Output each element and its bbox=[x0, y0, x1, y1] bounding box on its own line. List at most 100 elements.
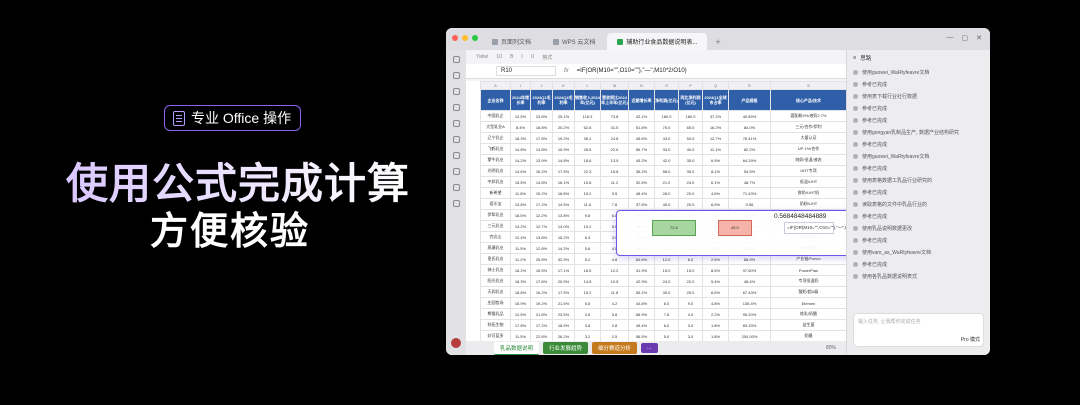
tool-icon[interactable] bbox=[452, 184, 460, 191]
table-header-cell[interactable]: 2024Q1毛利率 bbox=[530, 89, 553, 111]
table-header-cell[interactable]: 销售收入2024年(亿元) bbox=[574, 89, 601, 111]
table-cell[interactable]: 大型乳业A bbox=[480, 121, 511, 133]
table-cell[interactable]: 4.5 bbox=[574, 308, 601, 320]
table-cell[interactable]: 5.2 bbox=[574, 253, 601, 265]
list-item[interactable]: 参考已完成 bbox=[847, 102, 990, 114]
table-cell[interactable]: 25.0 bbox=[678, 286, 703, 298]
search-icon[interactable] bbox=[452, 88, 460, 95]
cell-reference-box[interactable]: R10 bbox=[496, 66, 556, 76]
table-cell[interactable]: 纯奶/低温/液态 bbox=[770, 154, 846, 166]
list-item[interactable]: 参考已完成 bbox=[847, 138, 990, 150]
table-cell[interactable]: 58.0 bbox=[654, 165, 679, 177]
table-cell[interactable]: 11.8% bbox=[510, 187, 531, 199]
table-cell[interactable]: 14.2% bbox=[552, 242, 575, 254]
font-select[interactable]: Yahei bbox=[476, 54, 488, 60]
table-cell[interactable]: 22.8% bbox=[530, 330, 553, 342]
table-cell[interactable]: 44.8% bbox=[628, 297, 655, 309]
zoom-window-button[interactable] bbox=[472, 35, 478, 41]
table-cell[interactable]: 51.8% bbox=[628, 121, 655, 133]
table-cell[interactable]: 14.5% bbox=[552, 198, 575, 210]
table-cell[interactable]: 12.7% bbox=[702, 132, 729, 144]
table-cell[interactable]: 4.0 bbox=[678, 308, 703, 320]
table-cell[interactable]: 33.0 bbox=[654, 143, 679, 155]
column-header[interactable]: O bbox=[654, 81, 679, 90]
table-cell[interactable]: 13.9% bbox=[530, 154, 553, 166]
table-cell[interactable]: 燕塘乳业 bbox=[480, 242, 511, 254]
table-cell[interactable]: 83.33% bbox=[728, 319, 771, 331]
table-cell[interactable]: 3.0 bbox=[678, 330, 703, 342]
table-cell[interactable]: 11.5% bbox=[510, 242, 531, 254]
table-cell[interactable]: 17.8% bbox=[530, 275, 553, 287]
format-button[interactable]: 格式 bbox=[542, 54, 552, 61]
table-cell[interactable]: 16.2% bbox=[510, 264, 531, 276]
table-cell[interactable]: 6.0 bbox=[654, 319, 679, 331]
table-cell[interactable]: 8.1% bbox=[702, 165, 729, 177]
mode-select[interactable]: Pro 模式 bbox=[961, 336, 980, 343]
sheet-tab-3[interactable]: 细分赛道分析 bbox=[592, 342, 638, 354]
table-cell[interactable]: 1.8% bbox=[702, 319, 729, 331]
table-cell[interactable]: 28.0 bbox=[654, 187, 679, 199]
table-cell[interactable]: 奶粉/UHT bbox=[770, 198, 846, 210]
list-item[interactable]: 使用vam_as_WaRtyfeavre文档 bbox=[847, 246, 990, 258]
table-cell[interactable]: 13.8% bbox=[510, 198, 531, 210]
column-header[interactable]: L bbox=[574, 81, 601, 90]
files-icon[interactable] bbox=[452, 72, 460, 79]
table-cell[interactable]: 鲜奶/UHT奶 bbox=[770, 187, 846, 199]
table-cell[interactable]: 专项低温奶 bbox=[770, 275, 846, 287]
table-cell[interactable]: 皇氏乳业 bbox=[480, 253, 511, 265]
table-cell[interactable]: 14.8% bbox=[510, 143, 531, 155]
table-cell[interactable]: 18.5% bbox=[552, 319, 575, 331]
table-cell[interactable]: 56.7% bbox=[628, 143, 655, 155]
table-cell[interactable]: 118.3 bbox=[574, 110, 601, 122]
table-cell[interactable]: 45.4% bbox=[628, 319, 655, 331]
table-cell[interactable]: 2.2% bbox=[702, 308, 729, 320]
table-cell[interactable]: 5.0 bbox=[654, 330, 679, 342]
list-item[interactable]: 参考已完成 bbox=[847, 78, 990, 90]
sheet-tab-1[interactable]: 乳品数据说明 bbox=[494, 341, 540, 355]
table-cell[interactable]: 21.8% bbox=[530, 308, 553, 320]
table-cell[interactable]: 辽宁乳企 bbox=[480, 132, 511, 144]
table-cell[interactable]: 43.0 bbox=[654, 132, 679, 144]
user-avatar[interactable] bbox=[451, 338, 461, 348]
column-header[interactable]: Q bbox=[702, 81, 729, 90]
table-cell[interactable]: 12.8% bbox=[530, 242, 553, 254]
list-item[interactable]: 参考已完成 bbox=[847, 234, 990, 246]
table-cell[interactable]: 12.2 bbox=[600, 264, 629, 276]
table-cell[interactable]: 65.0 bbox=[678, 121, 703, 133]
table-cell[interactable]: 20.2% bbox=[552, 121, 575, 133]
table-cell[interactable]: 15.5% bbox=[510, 176, 531, 188]
table-cell[interactable]: 45.0 bbox=[654, 198, 679, 210]
table-cell[interactable]: 24.0 bbox=[654, 275, 679, 287]
table-cell[interactable]: 56.5% bbox=[628, 330, 655, 342]
table-cell[interactable]: 三元乳业 bbox=[480, 220, 511, 232]
table-cell[interactable]: 君乐宝 bbox=[480, 198, 511, 210]
calendar-icon[interactable] bbox=[452, 136, 460, 143]
column-header[interactable]: I bbox=[510, 81, 531, 90]
table-cell[interactable]: 6.9% bbox=[702, 154, 729, 166]
table-cell[interactable]: 20.0 bbox=[678, 187, 703, 199]
table-cell[interactable]: 1.8% bbox=[702, 330, 729, 342]
table-cell[interactable]: 7.8 bbox=[600, 198, 629, 210]
list-item[interactable]: 使用guowei_WaRtyfeavre文档 bbox=[847, 66, 990, 78]
tab-spreadsheet[interactable]: 辅助行业食品数据说明表... bbox=[607, 33, 708, 50]
table-cell[interactable]: 97.60% bbox=[728, 264, 771, 276]
table-header-cell[interactable]: 净利润(亿元) bbox=[654, 89, 679, 111]
table-cell[interactable]: UP 1%/合作 bbox=[770, 143, 846, 155]
table-cell[interactable]: 18.3% bbox=[510, 132, 531, 144]
table-cell[interactable]: 23.8% bbox=[530, 110, 553, 122]
table-cell[interactable]: 15.2% bbox=[552, 231, 575, 243]
table-cell[interactable]: 酸奶/超A级 bbox=[770, 286, 846, 298]
table-cell[interactable]: 18.3% bbox=[510, 275, 531, 287]
table-cell[interactable]: 15.8 bbox=[600, 165, 629, 177]
table-cell[interactable]: 3.8 bbox=[574, 319, 601, 331]
underline-button[interactable]: U bbox=[531, 54, 535, 60]
table-cell[interactable]: 4.2 bbox=[600, 297, 629, 309]
table-cell[interactable]: 25.1% bbox=[552, 110, 575, 122]
table-cell[interactable]: 5.8 bbox=[574, 297, 601, 309]
table-cell[interactable]: 16.2% bbox=[530, 165, 553, 177]
table-cell[interactable]: 15.9% bbox=[552, 143, 575, 155]
table-cell[interactable]: 23.5% bbox=[552, 308, 575, 320]
table-cell[interactable]: 3.0 bbox=[678, 319, 703, 331]
column-header[interactable]: R bbox=[728, 81, 771, 90]
table-cell[interactable]: 35.2 bbox=[574, 132, 601, 144]
